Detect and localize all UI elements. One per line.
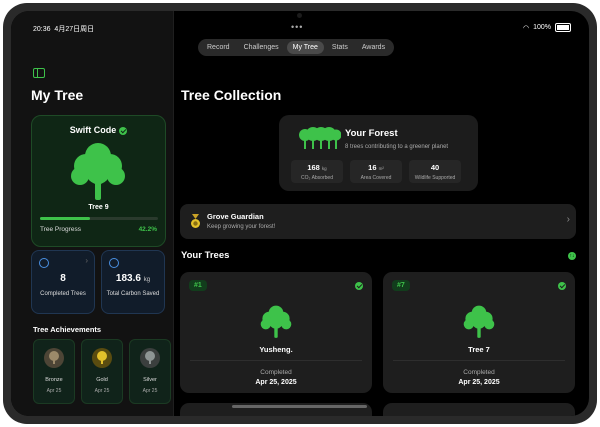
screen: My Tree Swift Code Tree 9 Tree Progress … bbox=[11, 11, 589, 416]
guardian-subtitle: Keep growing your forest! bbox=[207, 224, 276, 230]
sidebar: My Tree Swift Code Tree 9 Tree Progress … bbox=[11, 11, 174, 416]
forest-stat-label: Area Covered bbox=[360, 175, 392, 181]
tree-progress-bar bbox=[40, 217, 158, 220]
achievement-date: Apr 25 bbox=[94, 388, 110, 394]
tablet-frame: My Tree Swift Code Tree 9 Tree Progress … bbox=[3, 3, 597, 424]
tree-name: Tree 9 bbox=[88, 204, 109, 211]
tree-number-badge: #1 bbox=[189, 280, 207, 291]
forest-title: Your Forest bbox=[345, 128, 398, 139]
divider bbox=[190, 360, 362, 361]
forest-stat-value: 16 m² bbox=[368, 163, 384, 172]
completed-trees-card[interactable]: › 8 Completed Trees bbox=[31, 250, 95, 314]
forest-icon bbox=[299, 127, 341, 149]
achievement-name: Silver bbox=[143, 377, 157, 383]
tree-card-name: Yusheng. bbox=[259, 345, 293, 354]
leaf-icon bbox=[109, 258, 119, 268]
achievement-date: Apr 25 bbox=[46, 388, 62, 394]
progress-label: Tree Progress bbox=[40, 226, 81, 233]
grove-guardian-banner[interactable]: Grove Guardian Keep growing your forest!… bbox=[180, 204, 576, 239]
progress-value: 42.2% bbox=[138, 226, 157, 233]
camera-dot bbox=[297, 13, 302, 18]
achievement-bronze[interactable]: Bronze Apr 25 bbox=[33, 339, 75, 404]
medal-icon bbox=[191, 214, 200, 228]
tab-my-tree[interactable]: My Tree bbox=[286, 41, 324, 54]
multitask-dots-icon[interactable]: ••• bbox=[291, 22, 303, 32]
tree-card-name: Tree 7 bbox=[468, 345, 490, 354]
stat-label: Total Carbon Saved bbox=[106, 291, 160, 297]
tab-challenges[interactable]: Challenges bbox=[238, 41, 285, 54]
tree-card-status: Completed bbox=[260, 369, 292, 376]
forest-subtitle: 8 trees contributing to a greener planet bbox=[345, 144, 449, 150]
sort-icon[interactable]: ↑↓ bbox=[568, 252, 576, 260]
achievement-gold[interactable]: Gold Apr 25 bbox=[81, 339, 123, 404]
forest-stat-value: 40 bbox=[430, 163, 440, 172]
chevron-right-icon: › bbox=[566, 214, 570, 225]
battery-icon bbox=[555, 23, 571, 32]
home-indicator[interactable] bbox=[232, 405, 367, 408]
forest-stat-value: 168 kg bbox=[307, 163, 327, 172]
tab-awards[interactable]: Awards bbox=[356, 41, 391, 54]
forest-summary-card: Your Forest 8 trees contributing to a gr… bbox=[279, 115, 478, 191]
verified-check-icon bbox=[119, 126, 128, 135]
tree-card-peek[interactable] bbox=[383, 403, 575, 416]
forest-stat-area: 16 m² Area Covered bbox=[350, 160, 402, 183]
guardian-title: Grove Guardian bbox=[207, 212, 264, 221]
tree-icon bbox=[463, 305, 495, 338]
battery-percent: 100% bbox=[533, 24, 551, 31]
achievement-name: Gold bbox=[96, 377, 108, 383]
bronze-tree-icon bbox=[44, 348, 64, 368]
tree-card-7[interactable]: #7 Tree 7 Completed Apr 25, 2025 bbox=[383, 272, 575, 393]
achievement-name: Bronze bbox=[45, 377, 63, 383]
your-trees-title: Your Trees bbox=[181, 250, 230, 261]
page-title: Tree Collection bbox=[181, 87, 282, 103]
forest-stat-co2: 168 kg CO₂ Absorbed bbox=[291, 160, 343, 183]
achievements-title: Tree Achievements bbox=[33, 325, 102, 334]
tree-card-title-row: Swift Code bbox=[32, 125, 165, 135]
completed-check-icon bbox=[558, 282, 566, 290]
carbon-saved-card[interactable]: 183.6 kg Total Carbon Saved bbox=[101, 250, 165, 314]
tree-icon bbox=[260, 305, 292, 338]
status-time: 20:36 4月27日周日 bbox=[33, 26, 95, 33]
circle-icon bbox=[39, 258, 49, 268]
tree-number-badge: #7 bbox=[392, 280, 410, 291]
forest-stat-label: Wildlife Supported bbox=[414, 175, 456, 181]
status-indicators: ◠ 100% bbox=[523, 23, 571, 32]
tree-card-title: Swift Code bbox=[69, 125, 117, 135]
tree-card-1[interactable]: #1 Yusheng. Completed Apr 25, 2025 bbox=[180, 272, 372, 393]
gold-tree-icon bbox=[92, 348, 112, 368]
tree-icon bbox=[71, 143, 125, 200]
tree-card-date: Apr 25, 2025 bbox=[458, 379, 500, 386]
achievement-silver[interactable]: Silver Apr 25 bbox=[129, 339, 171, 404]
stat-value: 8 bbox=[60, 273, 66, 284]
forest-stat-wildlife: 40 Wildlife Supported bbox=[409, 160, 461, 183]
top-navigation: Record Challenges My Tree Stats Awards bbox=[198, 39, 395, 56]
divider bbox=[393, 360, 565, 361]
tab-stats[interactable]: Stats bbox=[326, 41, 354, 54]
wifi-icon: ◠ bbox=[522, 24, 530, 32]
tree-progress-fill bbox=[40, 217, 90, 220]
completed-check-icon bbox=[355, 282, 363, 290]
stat-value: 183.6 kg bbox=[115, 273, 151, 284]
tree-card-status: Completed bbox=[463, 369, 495, 376]
stat-label: Completed Trees bbox=[40, 291, 86, 297]
current-tree-card[interactable]: Swift Code Tree 9 Tree Progress 42.2% bbox=[31, 115, 166, 247]
achievement-date: Apr 25 bbox=[142, 388, 158, 394]
silver-tree-icon bbox=[140, 348, 160, 368]
tab-record[interactable]: Record bbox=[201, 41, 236, 54]
sidebar-title: My Tree bbox=[31, 87, 84, 103]
tree-card-date: Apr 25, 2025 bbox=[255, 379, 297, 386]
forest-stat-label: CO₂ Absorbed bbox=[301, 175, 333, 181]
sidebar-toggle-icon[interactable] bbox=[33, 68, 45, 78]
chevron-right-icon: › bbox=[85, 256, 88, 265]
